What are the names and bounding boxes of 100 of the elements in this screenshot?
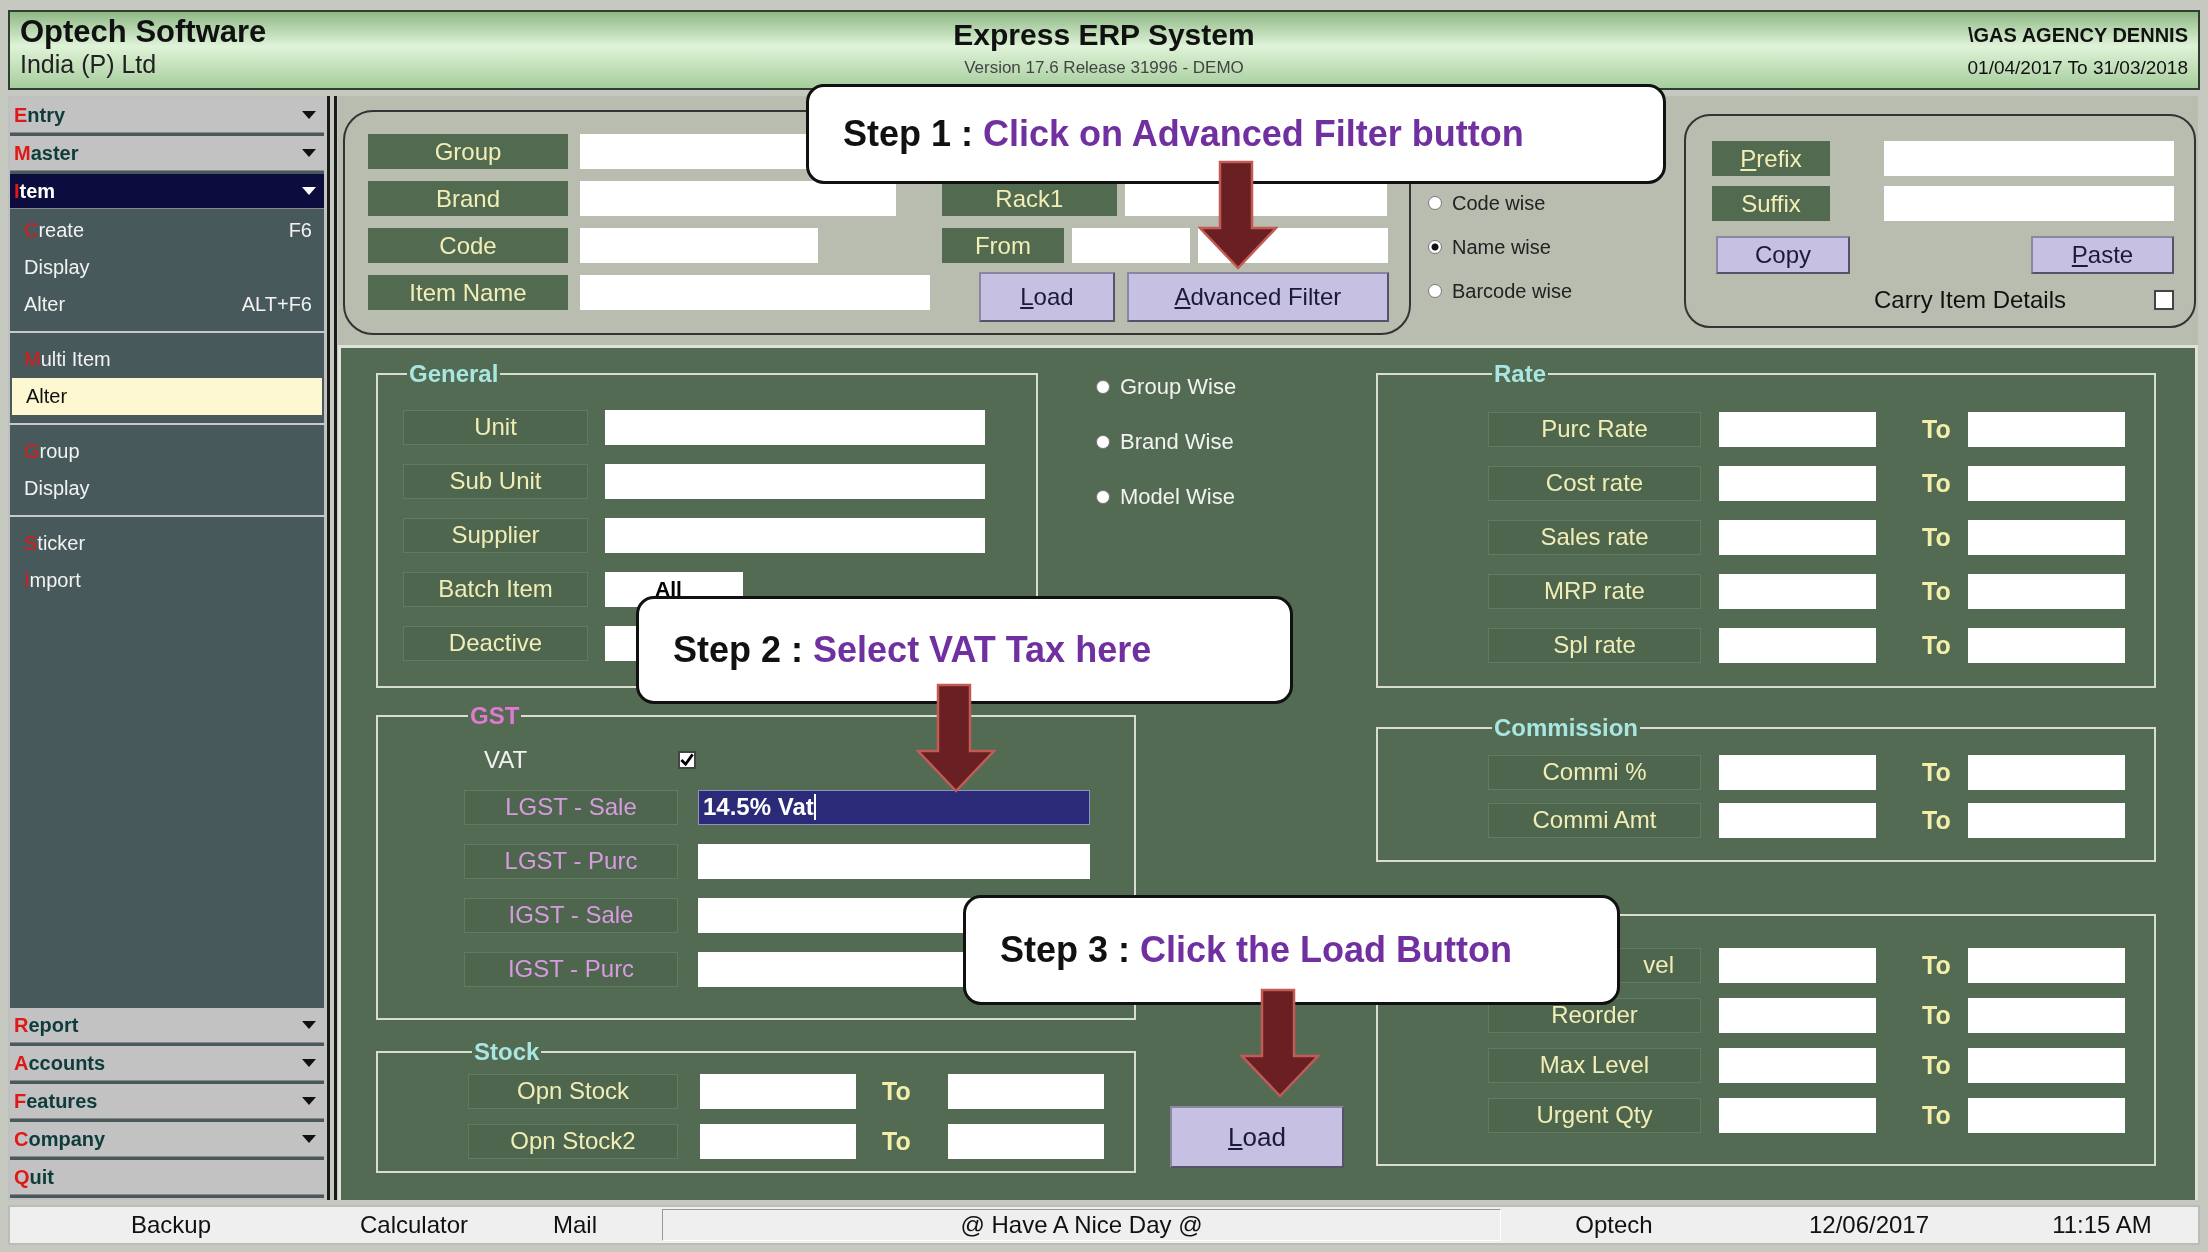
text-field[interactable]: 14.5% Vat xyxy=(698,789,1090,825)
text-field[interactable] xyxy=(1719,1047,1876,1083)
menu-item[interactable]: Alter xyxy=(12,378,322,415)
text-field[interactable] xyxy=(605,409,985,445)
text-field[interactable] xyxy=(1071,228,1190,263)
to-label: To xyxy=(1921,1050,1952,1080)
field-label: LGST - Sale xyxy=(464,789,678,825)
menu-item[interactable]: Import xyxy=(10,562,324,599)
text-field[interactable] xyxy=(1719,627,1876,663)
text-field[interactable] xyxy=(1719,519,1876,555)
panel-splitter[interactable] xyxy=(327,96,337,1200)
text-field[interactable] xyxy=(1968,997,2125,1033)
text-field[interactable] xyxy=(1968,947,2125,983)
status-item[interactable]: Backup xyxy=(10,1211,332,1239)
radio-option[interactable]: Group Wise xyxy=(1096,374,1266,400)
menu-item[interactable]: Report xyxy=(10,1008,324,1043)
radio-option[interactable]: Model Wise xyxy=(1096,484,1266,510)
section-title: GST xyxy=(469,702,521,730)
status-item[interactable]: Calculator xyxy=(332,1211,496,1239)
company-subtitle: India (P) Ltd xyxy=(20,50,157,79)
company-name: Optech Software xyxy=(20,14,267,50)
text-field[interactable] xyxy=(1719,947,1876,983)
menu-item[interactable]: Company xyxy=(10,1122,324,1157)
text-field[interactable] xyxy=(700,1073,856,1109)
field-label: Commi % xyxy=(1488,754,1701,790)
menu-item[interactable]: Quit xyxy=(10,1160,324,1195)
menu-item[interactable]: Sticker xyxy=(10,525,324,562)
menu-item[interactable]: Entry xyxy=(10,98,324,133)
menu-item[interactable]: Create F6 xyxy=(10,212,324,249)
field-label: Deactive xyxy=(403,625,588,661)
field-label: Sub Unit xyxy=(403,463,588,499)
menu-item[interactable]: Group xyxy=(10,433,324,470)
text-field[interactable] xyxy=(1968,627,2125,663)
menu-item[interactable]: Features xyxy=(10,1084,324,1119)
text-field[interactable] xyxy=(1968,465,2125,501)
action-button[interactable]: Paste xyxy=(2031,236,2174,274)
text-field[interactable] xyxy=(1719,997,1876,1033)
status-item: @ Have A Nice Day @ xyxy=(662,1209,1501,1241)
menu-item[interactable]: Master xyxy=(10,136,324,171)
action-button[interactable]: Advanced Filter xyxy=(1126,272,1389,322)
text-field[interactable] xyxy=(580,181,896,216)
text-field[interactable] xyxy=(948,1073,1104,1109)
load-button[interactable]: Load xyxy=(1170,1106,1344,1168)
to-label: To xyxy=(1921,414,1952,444)
text-field[interactable] xyxy=(1884,186,2174,221)
text-field[interactable] xyxy=(1719,754,1876,790)
app-title: Express ERP System xyxy=(953,18,1255,52)
text-field[interactable] xyxy=(700,1123,856,1159)
text-field[interactable] xyxy=(605,517,985,553)
field-label: LGST - Purc xyxy=(464,843,678,879)
text-field[interactable] xyxy=(1884,141,2174,176)
text-field[interactable] xyxy=(580,275,930,310)
menu-item[interactable]: Accounts xyxy=(10,1046,324,1081)
text-field[interactable] xyxy=(1968,573,2125,609)
text-field[interactable] xyxy=(1968,754,2125,790)
to-label: To xyxy=(881,1076,912,1106)
action-button[interactable]: Load xyxy=(978,272,1115,322)
field-label: Purc Rate xyxy=(1488,411,1701,447)
text-field[interactable] xyxy=(1968,802,2125,838)
field-label: Item Name xyxy=(368,275,568,310)
text-field[interactable] xyxy=(1719,573,1876,609)
text-field[interactable] xyxy=(1719,802,1876,838)
menu-item[interactable]: Item xyxy=(10,174,324,209)
text-field[interactable] xyxy=(1719,411,1876,447)
radio-option[interactable]: Brand Wise xyxy=(1096,429,1266,455)
status-item: 12/06/2017 xyxy=(1807,1211,1931,1239)
radio-option[interactable]: Name wise xyxy=(1428,234,1658,260)
down-arrow-icon xyxy=(916,683,996,793)
text-field[interactable] xyxy=(1968,519,2125,555)
status-item: 11:15 AM xyxy=(2051,1211,2153,1239)
checkbox[interactable] xyxy=(2154,290,2174,310)
menu-item[interactable]: Display xyxy=(10,470,324,507)
field-label: Opn Stock2 xyxy=(468,1123,678,1159)
radio-option[interactable]: Code wise xyxy=(1428,190,1658,216)
menu-item[interactable]: Multi Item xyxy=(10,341,324,378)
radio-option[interactable]: Barcode wise xyxy=(1428,278,1658,304)
text-field[interactable] xyxy=(1719,1097,1876,1133)
text-field[interactable] xyxy=(1968,1047,2125,1083)
status-item[interactable]: Mail xyxy=(496,1211,654,1239)
text-field[interactable] xyxy=(605,463,985,499)
checkbox[interactable] xyxy=(678,751,696,769)
section-title: Commission xyxy=(1493,714,1640,742)
to-label: To xyxy=(881,1126,912,1156)
text-field[interactable] xyxy=(948,1123,1104,1159)
text-field[interactable] xyxy=(1968,1097,2125,1133)
field-label: Spl rate xyxy=(1488,627,1701,663)
menu-item[interactable]: Alter ALT+F6 xyxy=(10,286,324,323)
field-label: Group xyxy=(368,134,568,169)
to-label: To xyxy=(1921,468,1952,498)
to-label: To xyxy=(1921,1100,1952,1130)
text-field[interactable] xyxy=(580,228,818,263)
field-label: Commi Amt xyxy=(1488,802,1701,838)
menu-item[interactable]: Display xyxy=(10,249,324,286)
field-label: Supplier xyxy=(403,517,588,553)
action-button[interactable]: Copy xyxy=(1716,236,1850,274)
version-text: Version 17.6 Release 31996 - DEMO xyxy=(964,58,1244,78)
down-arrow-icon xyxy=(1240,988,1320,1098)
text-field[interactable] xyxy=(1968,411,2125,447)
text-field[interactable] xyxy=(698,843,1090,879)
text-field[interactable] xyxy=(1719,465,1876,501)
